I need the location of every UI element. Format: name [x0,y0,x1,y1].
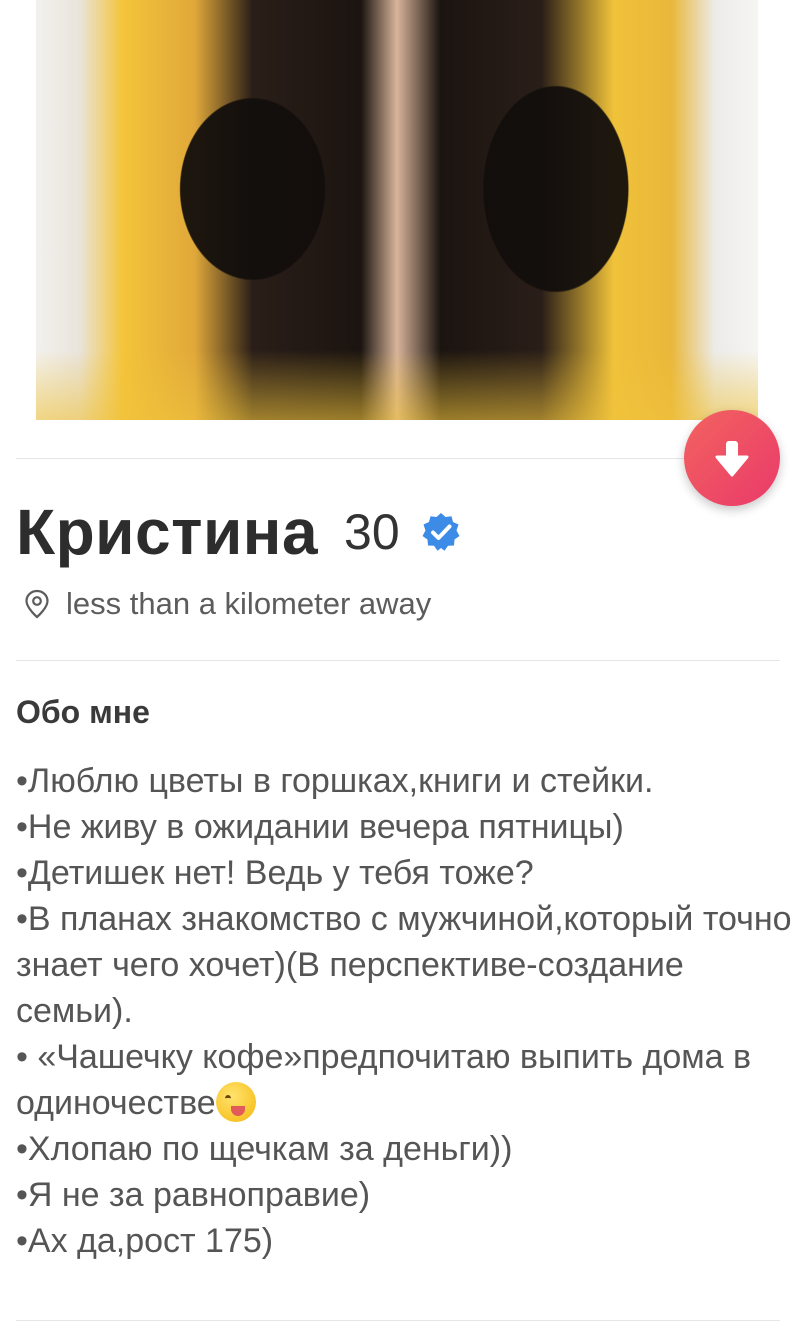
collapse-profile-button[interactable] [684,410,780,506]
divider [16,458,780,459]
distance-row: less than a kilometer away [24,586,431,622]
bio-line: •Ах да,рост 175) [16,1222,274,1260]
photo-shade [36,350,758,420]
distance-text: less than a kilometer away [66,586,432,621]
location-pin-icon [25,589,49,619]
profile-photo[interactable] [36,0,758,420]
profile-age: 30 [344,504,400,560]
bio-list: •Люблю цветы в горшках,книги и стейки. •… [16,758,796,1264]
yum-face-emoji [215,1082,256,1122]
profile-name: Кристина [16,496,319,568]
name-row: Кристина 30 [16,492,462,572]
bio-line: •Не живу в ожидании вечера пятницы) [16,808,624,846]
bio-line: • «Чашечку кофе»предпочитаю выпить дома … [16,1038,752,1122]
divider [16,1320,780,1321]
bio-line: •Люблю цветы в горшках,книги и стейки. [16,762,654,800]
verified-badge-icon [422,513,460,551]
bio-line: •В планах знакомство с мужчиной,который … [16,900,792,1030]
about-section-title: Обо мне [16,694,150,730]
arrow-down-icon [715,441,749,477]
bio-line: •Детишек нет! Ведь у тебя тоже? [16,854,534,892]
bio-line: •Хлопаю по щечкам за деньги)) [16,1130,513,1168]
bio-line: •Я не за равноправие) [16,1176,371,1214]
divider [16,660,780,661]
